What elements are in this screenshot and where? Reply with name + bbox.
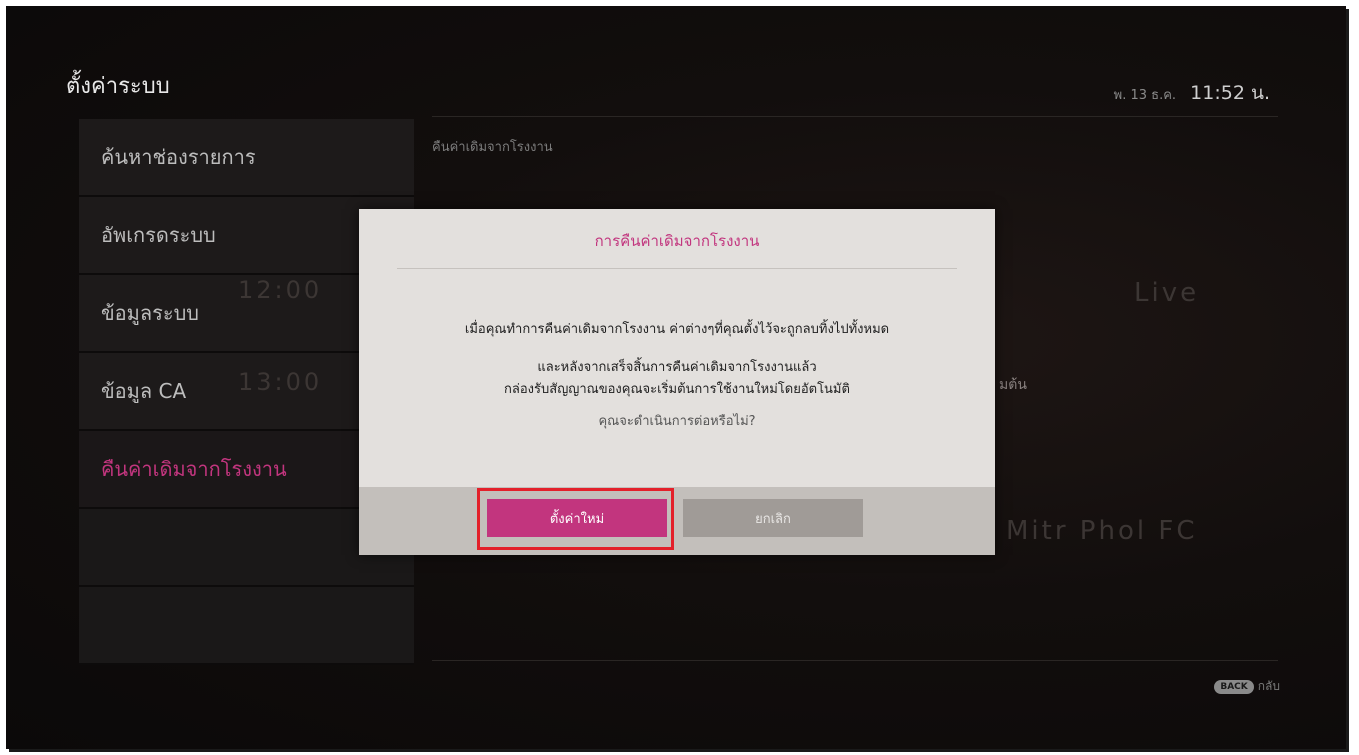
background-partial-text: มต้น	[999, 377, 1027, 393]
dialog-divider	[397, 268, 957, 269]
tv-screen: ตั้งค่าระบบ พ. 13 ธ.ค. 11:52 น. ค้นหาช่อ…	[6, 6, 1346, 749]
background-live-label: Live	[1134, 278, 1200, 308]
dialog-message: เมื่อคุณทำการคืนค่าเดิมจากโรงงาน ค่าต่าง…	[359, 319, 995, 433]
sidebar-item-label: ข้อมูล CA	[101, 379, 187, 403]
background-team-name: Mitr Phol FC	[1006, 516, 1198, 546]
dialog-question: คุณจะดำเนินการต่อหรือไม่?	[598, 414, 756, 429]
sidebar-item-label: ค้นหาช่องรายการ	[101, 145, 256, 169]
clock: พ. 13 ธ.ค. 11:52 น.	[1114, 78, 1270, 108]
date-label: พ. 13 ธ.ค.	[1113, 88, 1177, 103]
header-divider	[432, 116, 1278, 117]
cancel-button[interactable]: ยกเลิก	[683, 499, 863, 537]
dialog-warning-text: เมื่อคุณทำการคืนค่าเดิมจากโรงงาน ค่าต่าง…	[464, 322, 890, 337]
dialog-button-bar: ตั้งค่าใหม่ ยกเลิก	[359, 487, 995, 555]
sidebar-empty-slot	[79, 587, 414, 665]
sidebar-item-label: อัพเกรดระบบ	[101, 223, 216, 247]
factory-reset-dialog: การคืนค่าเดิมจากโรงงาน เมื่อคุณทำการคืนค…	[359, 209, 995, 555]
time-label: 11:52 น.	[1190, 82, 1270, 104]
background-schedule-time: 12:00	[238, 276, 323, 304]
breadcrumb: คืนค่าเดิมจากโรงงาน	[432, 140, 553, 155]
background-schedule-time: 13:00	[238, 368, 323, 396]
sidebar-item-channel-search[interactable]: ค้นหาช่องรายการ	[79, 119, 414, 197]
reset-button[interactable]: ตั้งค่าใหม่	[487, 499, 667, 537]
back-label: กลับ	[1257, 679, 1280, 693]
page-title: ตั้งค่าระบบ	[66, 74, 170, 99]
back-key-icon: BACK	[1214, 679, 1254, 694]
back-hint: BACK กลับ	[1214, 677, 1280, 696]
dialog-info-text-2: กล่องรับสัญญาณของคุณจะเริ่มต้นการใช้งานใ…	[504, 382, 850, 397]
dialog-info-text-1: และหลังจากเสร็จสิ้นการคืนค่าเดิมจากโรงงา…	[537, 360, 817, 375]
sidebar-item-label: ข้อมูลระบบ	[101, 301, 199, 325]
footer-divider	[432, 660, 1278, 661]
sidebar-item-label: คืนค่าเดิมจากโรงงาน	[101, 457, 287, 481]
dialog-title: การคืนค่าเดิมจากโรงงาน	[594, 232, 760, 250]
